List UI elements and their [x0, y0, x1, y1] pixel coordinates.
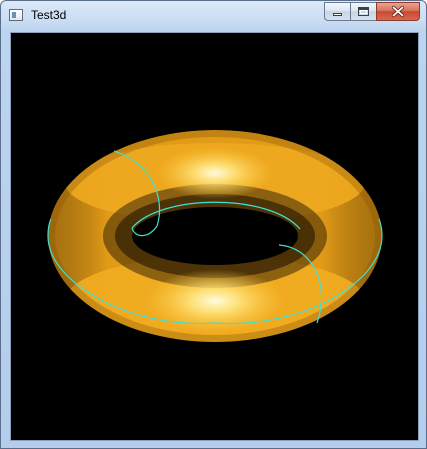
maximize-button[interactable] — [350, 2, 376, 21]
minimize-icon — [333, 13, 342, 16]
app-window-icon[interactable] — [9, 9, 23, 21]
maximize-icon — [358, 7, 369, 16]
close-icon — [391, 5, 405, 18]
caption-buttons — [324, 2, 420, 21]
minimize-button[interactable] — [324, 2, 350, 21]
3d-viewport[interactable] — [10, 32, 419, 441]
close-button[interactable] — [376, 2, 420, 21]
window-title: Test3d — [31, 8, 67, 22]
application-window: Test3d — [0, 0, 427, 449]
torus-render — [11, 33, 418, 440]
title-bar[interactable]: Test3d — [1, 1, 426, 31]
